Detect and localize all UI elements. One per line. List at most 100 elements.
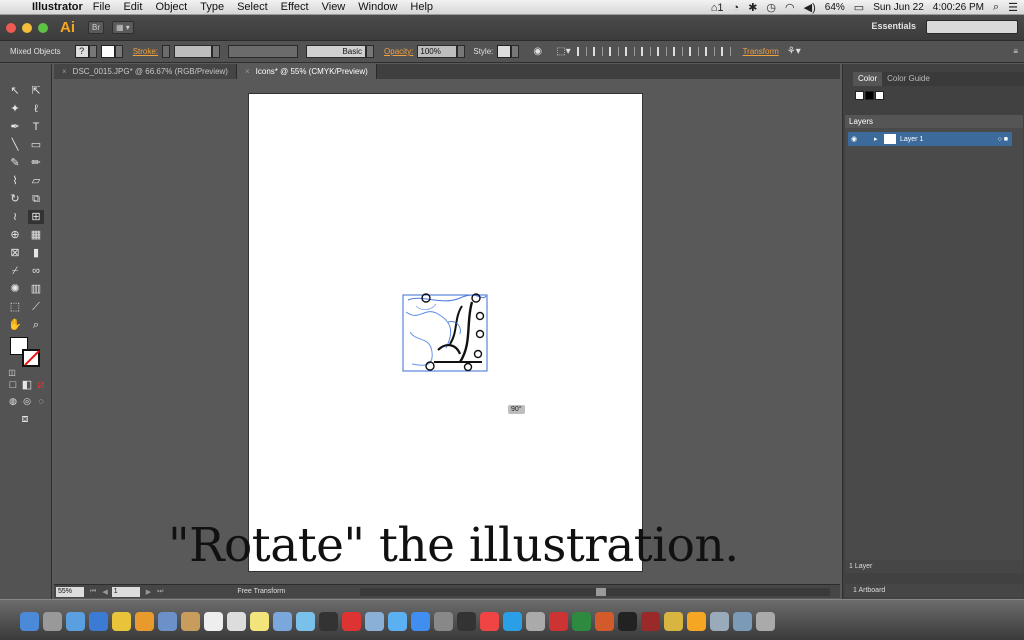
eraser-tool-icon[interactable]: ▱ (28, 174, 44, 188)
sync-icon[interactable]: ◔ (733, 2, 740, 14)
layer-name[interactable]: Layer 1 (900, 136, 923, 143)
artboard-number-field[interactable]: 1 (111, 586, 140, 597)
vlc-icon[interactable] (664, 612, 683, 631)
isolate-object-icon[interactable]: ⚘▾ (787, 46, 801, 57)
visibility-eye-icon[interactable]: ◉ (848, 135, 860, 143)
align-to-icon[interactable]: ⬚▾ (556, 46, 570, 57)
bluetooth-icon[interactable]: ✱ (748, 1, 757, 14)
symbol-sprayer-tool-icon[interactable]: ✺ (7, 282, 23, 296)
horizontal-scroll-thumb[interactable] (596, 588, 606, 596)
messages-icon[interactable] (296, 612, 315, 631)
minimize-window-button[interactable] (22, 22, 32, 33)
menu-type[interactable]: Type (200, 1, 224, 13)
tab-color[interactable]: Color (853, 72, 883, 86)
direct-selection-tool-icon[interactable]: ⇱ (28, 84, 44, 98)
brush-definition[interactable]: Basic (306, 45, 367, 58)
arrange-documents-button[interactable]: ▦ ▾ (112, 21, 134, 34)
menu-file[interactable]: File (93, 1, 111, 13)
photo-booth-icon[interactable] (342, 612, 361, 631)
align-horizontal-center-icon[interactable] (592, 47, 603, 56)
fill-swatch[interactable]: ? (74, 45, 89, 58)
photos-icon[interactable] (365, 612, 384, 631)
last-artboard-icon[interactable]: ⏭ (157, 588, 163, 596)
gradient-tool-icon[interactable]: ▮ (28, 246, 44, 260)
screen-mode-icon[interactable]: ⧈ (17, 412, 33, 426)
finder-icon[interactable] (20, 612, 39, 631)
align-bottom-icon[interactable] (656, 47, 667, 56)
opacity-panel-link[interactable]: Opacity: (384, 47, 413, 56)
distribute-bottom-icon[interactable] (704, 47, 715, 56)
pencil-tool-icon[interactable]: ✏ (28, 156, 44, 170)
recolor-artwork-icon[interactable]: ◉ (533, 46, 542, 57)
battery-percent[interactable]: 64% (825, 2, 845, 13)
reminders-icon[interactable] (227, 612, 246, 631)
tab-dsc-0015[interactable]: × DSC_0015.JPG* @ 66.67% (RGB/Preview) (54, 64, 237, 79)
align-right-icon[interactable] (608, 47, 619, 56)
slice-tool-icon[interactable]: ⟋ (28, 300, 44, 314)
line-tool-icon[interactable]: ╲ (7, 138, 23, 152)
popcorn-icon[interactable] (480, 612, 499, 631)
control-panel-menu-icon[interactable]: ≡ (1013, 47, 1018, 56)
close-tab-icon[interactable]: × (245, 67, 250, 76)
workspace-switcher[interactable]: Essentials (871, 21, 916, 31)
time-machine-icon[interactable]: ◷ (766, 1, 776, 14)
stroke-weight-field[interactable] (174, 45, 213, 58)
width-tool-icon[interactable]: ≀ (7, 210, 23, 224)
distribute-top-icon[interactable] (672, 47, 683, 56)
powerpoint-icon[interactable] (595, 612, 614, 631)
layers-panel-header[interactable]: Layers (845, 115, 1023, 128)
previous-artboard-icon[interactable]: ◀ (102, 588, 107, 596)
zoom-tool-icon[interactable]: ⌕ (28, 318, 44, 332)
none-mode-icon[interactable]: ⧄ (33, 378, 49, 392)
system-preferences-icon[interactable] (434, 612, 453, 631)
eyedropper-tool-icon[interactable]: ⌿ (7, 264, 23, 278)
tab-icons[interactable]: × Icons* @ 55% (CMYK/Preview) (236, 64, 377, 79)
first-artboard-icon[interactable]: ⏮ (90, 588, 96, 596)
next-artboard-icon[interactable]: ▶ (146, 588, 151, 596)
zoom-level-field[interactable]: 55% (56, 586, 84, 597)
horizontal-scrollbar[interactable] (360, 588, 830, 596)
opacity-dropdown[interactable] (457, 45, 466, 58)
menu-object[interactable]: Object (155, 1, 187, 13)
notes-icon[interactable] (250, 612, 269, 631)
utility-icon[interactable] (526, 612, 545, 631)
blob-brush-tool-icon[interactable]: ⌇ (7, 174, 23, 188)
chrome-icon[interactable] (112, 612, 131, 631)
lasso-tool-icon[interactable]: ℓ (28, 102, 44, 116)
notification-center-icon[interactable]: ☰ (1008, 1, 1018, 14)
align-left-icon[interactable] (576, 47, 587, 56)
scale-tool-icon[interactable]: ⧉ (28, 192, 44, 206)
stroke-swatch[interactable] (100, 45, 115, 58)
menubar-time[interactable]: 4:00:26 PM (933, 2, 984, 13)
distribute-center-icon[interactable] (688, 47, 699, 56)
fill-stroke-widget[interactable] (10, 337, 42, 369)
menu-window[interactable]: Window (358, 1, 397, 13)
zoom-window-button[interactable] (38, 22, 48, 33)
perspective-grid-tool-icon[interactable]: ▦ (28, 228, 44, 242)
spotlight-search-icon[interactable]: ⌕ (993, 1, 999, 14)
rotate-tool-icon[interactable]: ↻ (7, 192, 23, 206)
white-swatch[interactable] (875, 91, 884, 100)
stroke-weight-stepper[interactable] (162, 45, 171, 58)
selection-tool-icon[interactable]: ↖ (7, 84, 23, 98)
battery-icon[interactable]: ▭ (854, 1, 864, 14)
rectangle-tool-icon[interactable]: ▭ (28, 138, 44, 152)
draw-inside-icon[interactable]: ◌ (33, 394, 49, 408)
align-top-icon[interactable] (624, 47, 635, 56)
mesh-tool-icon[interactable]: ⊠ (7, 246, 23, 260)
quicktime-icon[interactable] (457, 612, 476, 631)
launchpad-icon[interactable] (43, 612, 62, 631)
app-store-icon[interactable] (411, 612, 430, 631)
volume-icon[interactable]: ◀) (804, 1, 816, 14)
downloads-folder-icon[interactable] (710, 612, 729, 631)
adobe-icon[interactable]: ⌂1 (711, 2, 724, 14)
none-swatch[interactable] (855, 91, 864, 100)
free-transform-tool-icon[interactable]: ⊞ (28, 210, 44, 224)
menu-edit[interactable]: Edit (123, 1, 142, 13)
variable-width-profile[interactable] (228, 45, 299, 58)
tab-color-guide[interactable]: Color Guide (882, 72, 935, 86)
close-tab-icon[interactable]: × (62, 67, 67, 76)
help-search-input[interactable] (926, 20, 1018, 34)
menu-view[interactable]: View (322, 1, 346, 13)
artboard-tool-icon[interactable]: ⬚ (7, 300, 23, 314)
